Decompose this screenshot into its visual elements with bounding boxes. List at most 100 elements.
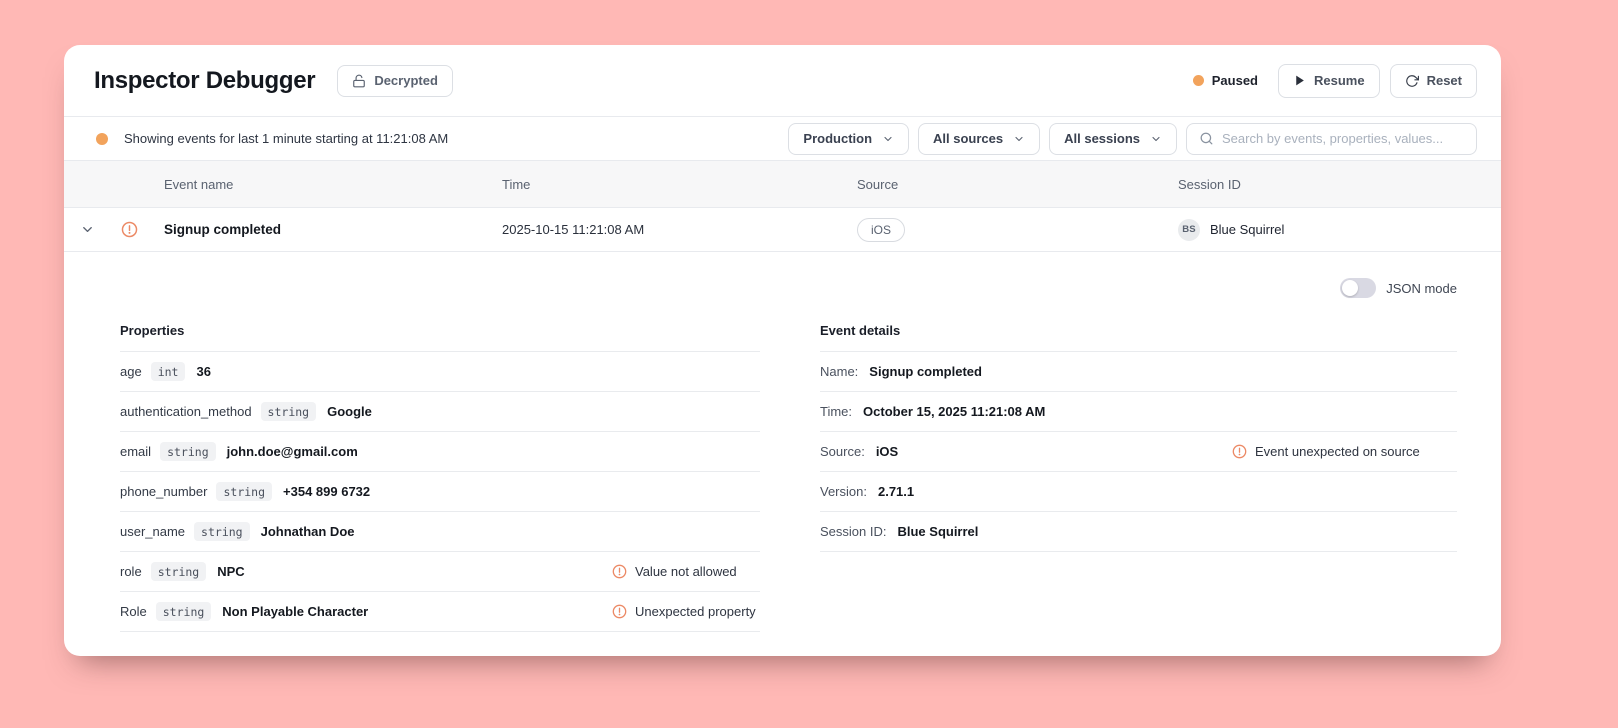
property-key: phone_number: [120, 484, 208, 499]
sources-dropdown-label: All sources: [933, 131, 1004, 146]
avatar: BS: [1178, 218, 1200, 241]
detail-value: iOS: [875, 444, 899, 459]
property-warning-text: Value not allowed: [635, 564, 737, 579]
chevron-down-icon[interactable]: [80, 222, 95, 237]
alert-circle-icon: [121, 221, 138, 238]
rotate-cw-icon: [1405, 74, 1419, 88]
detail-warning-text: Event unexpected on source: [1255, 444, 1420, 459]
event-detail-panel: JSON mode Properties age int 36 authenti…: [64, 252, 1501, 632]
property-key: age: [120, 364, 142, 379]
json-mode-row: JSON mode: [120, 278, 1457, 298]
property-warning: Unexpected property: [612, 604, 756, 619]
chevron-down-icon: [882, 133, 894, 145]
page-title: Inspector Debugger: [94, 66, 316, 94]
detail-label: Session ID:: [820, 524, 887, 539]
properties-title: Properties: [120, 323, 760, 352]
detail-row: Session ID: Blue Squirrel: [820, 512, 1457, 552]
environment-dropdown-label: Production: [803, 131, 873, 146]
column-header-event-name: Event name: [164, 176, 234, 192]
play-icon: [1293, 74, 1306, 87]
detail-value: October 15, 2025 11:21:08 AM: [863, 404, 1046, 419]
property-row: Role string Non Playable Character Unexp…: [120, 592, 760, 632]
search-input[interactable]: [1222, 131, 1464, 146]
chevron-down-icon: [1013, 133, 1025, 145]
property-value: Non Playable Character: [222, 604, 369, 619]
detail-label: Name:: [820, 364, 859, 379]
event-details-panel: Event details Name: Signup completed Tim…: [820, 323, 1457, 632]
events-table-header: Event name Time Source Session ID: [64, 161, 1501, 208]
app-header: Inspector Debugger Decrypted Paused Resu…: [64, 45, 1501, 117]
alert-circle-icon: [1232, 444, 1247, 459]
detail-label: Time:: [820, 404, 853, 419]
property-warning-text: Unexpected property: [635, 604, 756, 619]
detail-value: Signup completed: [869, 364, 982, 379]
live-status-dot: [96, 132, 108, 145]
environment-dropdown[interactable]: Production: [788, 122, 910, 155]
alert-circle-icon: [612, 564, 627, 579]
property-key: Role: [120, 604, 147, 619]
detail-panels: Properties age int 36 authentication_met…: [120, 323, 1457, 632]
source-badge: iOS: [857, 217, 906, 242]
property-type-badge: string: [160, 442, 216, 461]
property-type-badge: string: [155, 602, 212, 621]
sessions-dropdown[interactable]: All sessions: [1049, 122, 1177, 155]
reset-label: Reset: [1426, 73, 1462, 88]
column-header-session-id: Session ID: [1178, 176, 1241, 192]
event-name-cell: Signup completed: [64, 221, 502, 238]
filter-bar: Showing events for last 1 minute startin…: [64, 117, 1501, 161]
property-type-badge: string: [260, 402, 317, 421]
column-header-time: Time: [502, 176, 531, 192]
property-row: email string john.doe@gmail.com: [120, 432, 760, 472]
session-cell: BS Blue Squirrel: [1178, 218, 1501, 241]
decrypted-button[interactable]: Decrypted: [337, 64, 453, 97]
property-value: john.doe@gmail.com: [226, 444, 358, 459]
inspector-debugger-window: Inspector Debugger Decrypted Paused Resu…: [64, 45, 1501, 656]
column-header-source: Source: [857, 176, 899, 192]
property-key: email: [120, 444, 152, 459]
alert-circle-icon: [612, 604, 627, 619]
property-row: role string NPC Value not allowed: [120, 552, 760, 592]
sessions-dropdown-label: All sessions: [1064, 131, 1140, 146]
paused-status-label: Paused: [1211, 73, 1258, 88]
property-type-badge: string: [216, 482, 273, 501]
session-name: Blue Squirrel: [1210, 222, 1285, 237]
events-window-status-text: Showing events for last 1 minute startin…: [124, 131, 449, 146]
header-actions: Paused Resume Reset: [1192, 63, 1477, 98]
resume-label: Resume: [1314, 73, 1365, 88]
decrypted-label: Decrypted: [374, 73, 438, 88]
detail-warning: Event unexpected on source: [1232, 444, 1420, 459]
detail-row: Time: October 15, 2025 11:21:08 AM: [820, 392, 1457, 432]
filter-controls: Production All sources All sessions: [788, 122, 1477, 155]
property-row: phone_number string +354 899 6732: [120, 472, 760, 512]
sources-dropdown[interactable]: All sources: [918, 122, 1041, 155]
detail-label: Source:: [820, 444, 865, 459]
paused-status-dot: [1192, 75, 1204, 86]
reset-button[interactable]: Reset: [1389, 63, 1477, 98]
properties-panel: Properties age int 36 authentication_met…: [120, 323, 760, 632]
event-details-title: Event details: [820, 323, 1457, 352]
property-key: user_name: [120, 524, 186, 539]
table-row[interactable]: Signup completed 2025-10-15 11:21:08 AM …: [64, 208, 1501, 252]
toggle-knob: [1342, 280, 1359, 296]
status-badge: Paused: [1192, 73, 1258, 88]
property-warning: Value not allowed: [612, 564, 737, 579]
property-type-badge: string: [150, 562, 207, 581]
property-value: +354 899 6732: [283, 484, 371, 499]
event-time: 2025-10-15 11:21:08 AM: [502, 222, 645, 237]
detail-value: 2.71.1: [877, 484, 915, 499]
detail-value: Blue Squirrel: [897, 524, 979, 539]
property-type-badge: int: [150, 362, 186, 381]
property-value: Google: [327, 404, 372, 419]
json-mode-toggle[interactable]: [1340, 278, 1377, 298]
property-value: Johnathan Doe: [260, 524, 355, 539]
property-value: NPC: [217, 564, 245, 579]
search-box[interactable]: [1186, 122, 1477, 155]
detail-row: Source: iOS Event unexpected on source: [820, 432, 1457, 472]
event-source-cell: iOS: [857, 217, 1178, 242]
property-key: authentication_method: [120, 404, 252, 419]
property-row: user_name string Johnathan Doe: [120, 512, 760, 552]
search-icon: [1199, 131, 1214, 146]
resume-button[interactable]: Resume: [1278, 63, 1380, 98]
property-type-badge: string: [194, 522, 250, 541]
chevron-down-icon: [1150, 133, 1162, 145]
